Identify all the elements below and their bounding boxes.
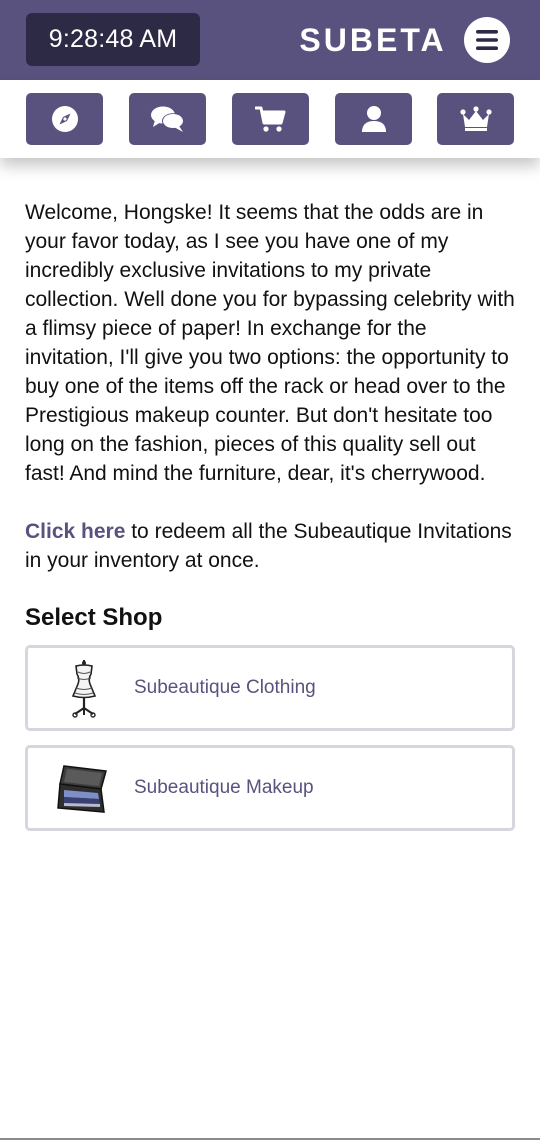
nav-premium-button[interactable] <box>437 93 514 145</box>
shop-label-clothing: Subeautique Clothing <box>134 677 316 698</box>
shopping-cart-icon <box>254 106 285 132</box>
redeem-all-link[interactable]: Click here <box>25 520 125 543</box>
shop-label-makeup: Subeautique Makeup <box>134 777 314 798</box>
nav-profile-button[interactable] <box>335 93 412 145</box>
crown-icon <box>459 106 492 131</box>
select-shop-heading: Select Shop <box>25 604 163 631</box>
icon-nav-bar <box>0 80 540 158</box>
redeem-paragraph: Click here to redeem all the Subeautique… <box>25 517 515 575</box>
dress-form-icon <box>54 659 114 719</box>
compass-icon <box>51 106 78 132</box>
main-content: Welcome, Hongske! It seems that the odds… <box>25 198 515 831</box>
page: 9:28:48 AM SUBETA Welcome, Hongske! It s… <box>0 0 540 1140</box>
chat-bubbles-icon <box>150 106 184 132</box>
shop-card-makeup[interactable]: Subeautique Makeup <box>25 745 515 831</box>
nav-forums-button[interactable] <box>129 93 206 145</box>
clock: 9:28:48 AM <box>26 13 200 66</box>
shop-card-clothing[interactable]: Subeautique Clothing <box>25 645 515 731</box>
brand-logo[interactable]: SUBETA <box>296 18 450 62</box>
hamburger-icon <box>476 30 498 50</box>
user-icon <box>361 106 386 132</box>
nav-explore-button[interactable] <box>26 93 103 145</box>
menu-button[interactable] <box>464 17 510 63</box>
app-header: 9:28:48 AM SUBETA <box>0 0 540 80</box>
eyeshadow-palette-icon <box>54 759 114 819</box>
intro-text: Welcome, Hongske! It seems that the odds… <box>25 201 515 485</box>
nav-shops-button[interactable] <box>232 93 309 145</box>
